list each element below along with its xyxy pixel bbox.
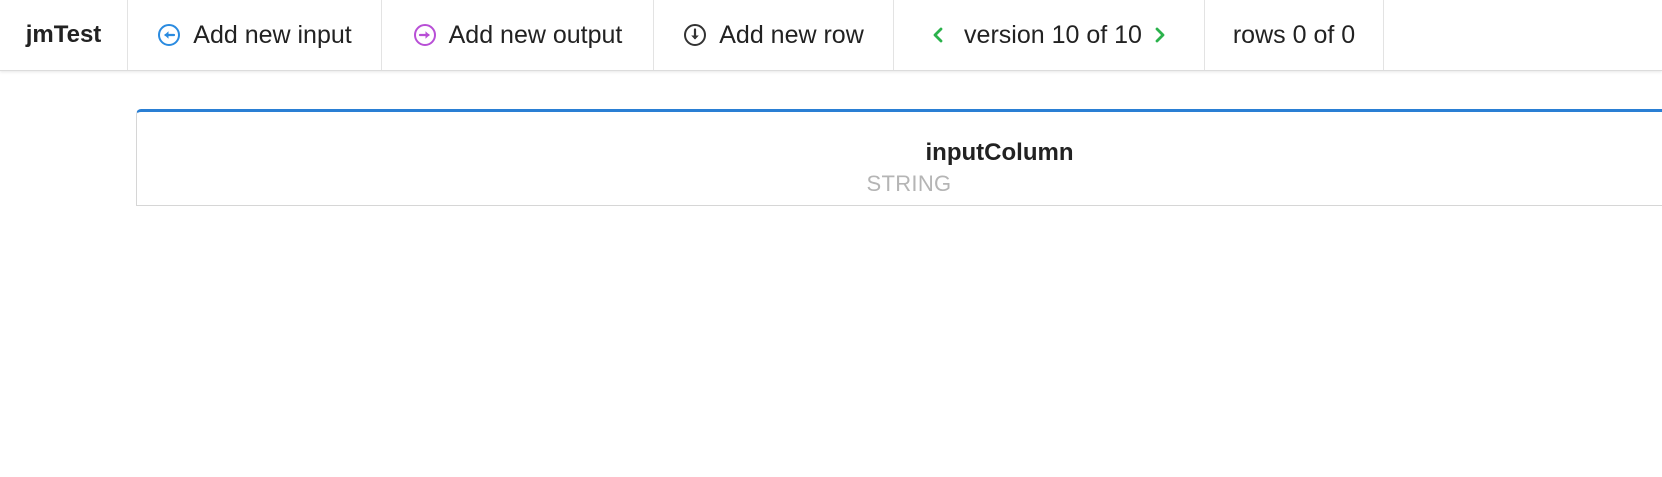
version-navigator: version 10 of 10 — [894, 0, 1205, 70]
input-column-header[interactable]: inputColumn STRING — [136, 109, 1662, 206]
version-label: version 10 of 10 — [964, 20, 1142, 49]
chevron-right-icon[interactable] — [1152, 24, 1168, 46]
table-title: jmTest — [0, 0, 128, 70]
toolbar: jmTest Add new input Add new output Add … — [0, 0, 1662, 71]
add-row-button[interactable]: Add new row — [654, 0, 894, 70]
add-output-label: Add new output — [448, 20, 623, 49]
column-name: inputColumn — [925, 139, 1074, 166]
add-output-button[interactable]: Add new output — [382, 0, 654, 70]
column-type: STRING — [866, 171, 952, 196]
arrow-down-circle-icon — [683, 23, 707, 47]
rows-count: rows 0 of 0 — [1205, 0, 1384, 70]
chevron-left-icon[interactable] — [930, 24, 946, 46]
arrow-left-circle-icon — [157, 23, 181, 47]
add-row-label: Add new row — [719, 20, 864, 49]
add-input-button[interactable]: Add new input — [128, 0, 382, 70]
add-input-label: Add new input — [193, 20, 352, 49]
arrow-right-circle-icon — [413, 23, 437, 47]
